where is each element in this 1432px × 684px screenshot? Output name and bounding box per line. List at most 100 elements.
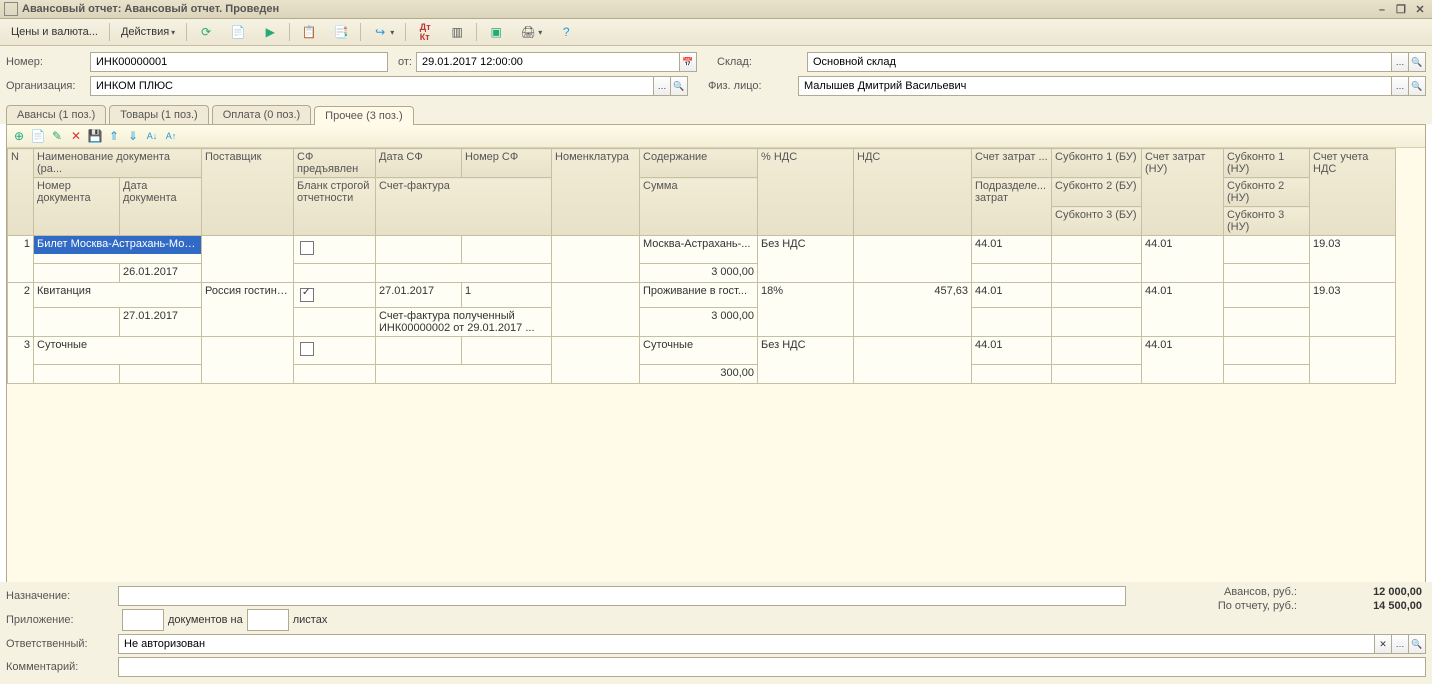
- tab-goods[interactable]: Товары (1 поз.): [109, 105, 208, 124]
- tb-btn-1[interactable]: ⟳: [191, 21, 221, 43]
- prices-currency-button[interactable]: Цены и валюта...: [4, 21, 105, 43]
- col-sfdate[interactable]: Дата СФ: [376, 149, 462, 178]
- responsible-label: Ответственный:: [6, 638, 118, 650]
- col-supplier[interactable]: Поставщик: [202, 149, 294, 236]
- responsible-search-button[interactable]: 🔍: [1409, 634, 1426, 654]
- col-sub2nu[interactable]: Субконто 2 (НУ): [1224, 178, 1310, 207]
- table-row[interactable]: 3СуточныеСуточныеБез НДС44.0144.01: [8, 337, 1426, 365]
- date-input[interactable]: [416, 52, 680, 72]
- purpose-input[interactable]: [118, 586, 1126, 606]
- col-acct-vat[interactable]: Счет учета НДС: [1310, 149, 1396, 236]
- delete-row-icon[interactable]: ✕: [68, 128, 84, 144]
- org-search-button[interactable]: 🔍: [671, 76, 688, 96]
- person-input[interactable]: [798, 76, 1392, 96]
- org-select-button[interactable]: …: [654, 76, 671, 96]
- col-sf[interactable]: СФ предъявлен: [294, 149, 376, 178]
- app-icon: [4, 2, 18, 16]
- totals-adv-value: 12 000,00: [1327, 586, 1422, 598]
- maximize-button[interactable]: ❐: [1393, 3, 1409, 16]
- col-subdiv[interactable]: Подразделе... затрат: [972, 178, 1052, 236]
- col-acct-bu[interactable]: Счет затрат ...: [972, 149, 1052, 178]
- close-button[interactable]: ✕: [1412, 3, 1428, 16]
- minimize-button[interactable]: –: [1374, 4, 1390, 16]
- tb-btn-6[interactable]: ↪: [365, 21, 401, 43]
- col-docdate[interactable]: Дата документа: [120, 178, 202, 236]
- col-sub3bu[interactable]: Субконто 3 (БУ): [1052, 207, 1142, 236]
- warehouse-select-button[interactable]: …: [1392, 52, 1409, 72]
- col-sum[interactable]: Сумма: [640, 178, 758, 236]
- warehouse-label: Склад:: [717, 56, 807, 68]
- actions-dropdown[interactable]: Действия: [114, 21, 182, 43]
- clone-row-icon[interactable]: 📄: [30, 128, 46, 144]
- col-sub2bu[interactable]: Субконто 2 (БУ): [1052, 178, 1142, 207]
- tab-other[interactable]: Прочее (3 поз.): [314, 106, 413, 125]
- col-sub1bu[interactable]: Субконто 1 (БУ): [1052, 149, 1142, 178]
- attach-text1: документов на: [168, 614, 243, 626]
- header-form: Номер: от: 📅 Склад: … 🔍 Организация: … 🔍…: [0, 46, 1432, 102]
- col-n[interactable]: N: [8, 149, 34, 236]
- tb-btn-5[interactable]: 📑: [326, 21, 356, 43]
- move-down-icon[interactable]: ⇓: [125, 128, 141, 144]
- tb-btn-4[interactable]: 📋: [294, 21, 324, 43]
- attach-docs-input[interactable]: [122, 609, 164, 631]
- help-button[interactable]: ?: [551, 21, 581, 43]
- attachment-label: Приложение:: [6, 614, 118, 626]
- add-row-icon[interactable]: ⊕: [11, 128, 27, 144]
- col-nomen[interactable]: Номенклатура: [552, 149, 640, 236]
- save-row-icon[interactable]: 💾: [87, 128, 103, 144]
- tabs: Авансы (1 поз.) Товары (1 поз.) Оплата (…: [0, 102, 1432, 124]
- responsible-select-button[interactable]: …: [1392, 634, 1409, 654]
- totals: Авансов, руб.: 12 000,00 По отчету, руб.…: [1218, 586, 1422, 614]
- col-invoice[interactable]: Счет-фактура: [376, 178, 552, 236]
- totals-adv-label: Авансов, руб.:: [1224, 586, 1297, 598]
- date-label: от:: [388, 56, 412, 68]
- number-label: Номер:: [6, 56, 90, 68]
- person-label: Физ. лицо:: [708, 80, 798, 92]
- responsible-clear-button[interactable]: ✕: [1375, 634, 1392, 654]
- attach-sheets-input[interactable]: [247, 609, 289, 631]
- grid-toolbar: ⊕ 📄 ✎ ✕ 💾 ⇑ ⇓ A↓ A↑: [7, 125, 1425, 148]
- comment-input[interactable]: [118, 657, 1426, 677]
- table-row[interactable]: 2КвитанцияРоссия гостиница27.01.20171Про…: [8, 283, 1426, 308]
- sort-desc-icon[interactable]: A↑: [163, 128, 179, 144]
- person-select-button[interactable]: …: [1392, 76, 1409, 96]
- table-row[interactable]: 1Билет Москва-Астрахань-Мос...Москва-Аст…: [8, 236, 1426, 264]
- window-title: Авансовый отчет: Авансовый отчет. Провед…: [22, 3, 1374, 15]
- tab-pane-other: ⊕ 📄 ✎ ✕ 💾 ⇑ ⇓ A↓ A↑ N Наименование докум…: [6, 124, 1426, 589]
- person-search-button[interactable]: 🔍: [1409, 76, 1426, 96]
- tab-advances[interactable]: Авансы (1 поз.): [6, 105, 106, 124]
- col-vat[interactable]: % НДС: [758, 149, 854, 236]
- comment-label: Комментарий:: [6, 661, 118, 673]
- warehouse-search-button[interactable]: 🔍: [1409, 52, 1426, 72]
- tab-payment[interactable]: Оплата (0 поз.): [212, 105, 311, 124]
- totals-rep-value: 14 500,00: [1327, 600, 1422, 612]
- col-vatamt[interactable]: НДС: [854, 149, 972, 236]
- col-content[interactable]: Содержание: [640, 149, 758, 178]
- col-sfnum[interactable]: Номер СФ: [462, 149, 552, 178]
- org-input[interactable]: [90, 76, 654, 96]
- col-sub3nu[interactable]: Субконто 3 (НУ): [1224, 207, 1310, 236]
- col-docnum[interactable]: Номер документа: [34, 178, 120, 236]
- move-up-icon[interactable]: ⇑: [106, 128, 122, 144]
- footer: Авансов, руб.: 12 000,00 По отчету, руб.…: [0, 582, 1432, 684]
- number-input[interactable]: [90, 52, 388, 72]
- grid-other[interactable]: N Наименование документа (ра... Поставщи…: [7, 148, 1425, 384]
- warehouse-input[interactable]: [807, 52, 1392, 72]
- col-sub1nu[interactable]: Субконто 1 (НУ): [1224, 149, 1310, 178]
- tb-btn-3[interactable]: ▶: [255, 21, 285, 43]
- purpose-label: Назначение:: [6, 590, 118, 602]
- col-strict[interactable]: Бланк строгой отчетности: [294, 178, 376, 236]
- tb-btn-9[interactable]: ▣: [481, 21, 511, 43]
- responsible-input[interactable]: [118, 634, 1375, 654]
- sort-asc-icon[interactable]: A↓: [144, 128, 160, 144]
- tb-btn-dtkt[interactable]: ДтКт: [410, 21, 440, 43]
- tb-btn-10[interactable]: 🖨: [513, 21, 549, 43]
- edit-row-icon[interactable]: ✎: [49, 128, 65, 144]
- attach-text2: листах: [293, 614, 328, 626]
- col-docname[interactable]: Наименование документа (ра...: [34, 149, 202, 178]
- col-acct-nu[interactable]: Счет затрат (НУ): [1142, 149, 1224, 236]
- date-picker-button[interactable]: 📅: [680, 52, 697, 72]
- titlebar: Авансовый отчет: Авансовый отчет. Провед…: [0, 0, 1432, 19]
- tb-btn-8[interactable]: ▥: [442, 21, 472, 43]
- tb-btn-2[interactable]: 📄: [223, 21, 253, 43]
